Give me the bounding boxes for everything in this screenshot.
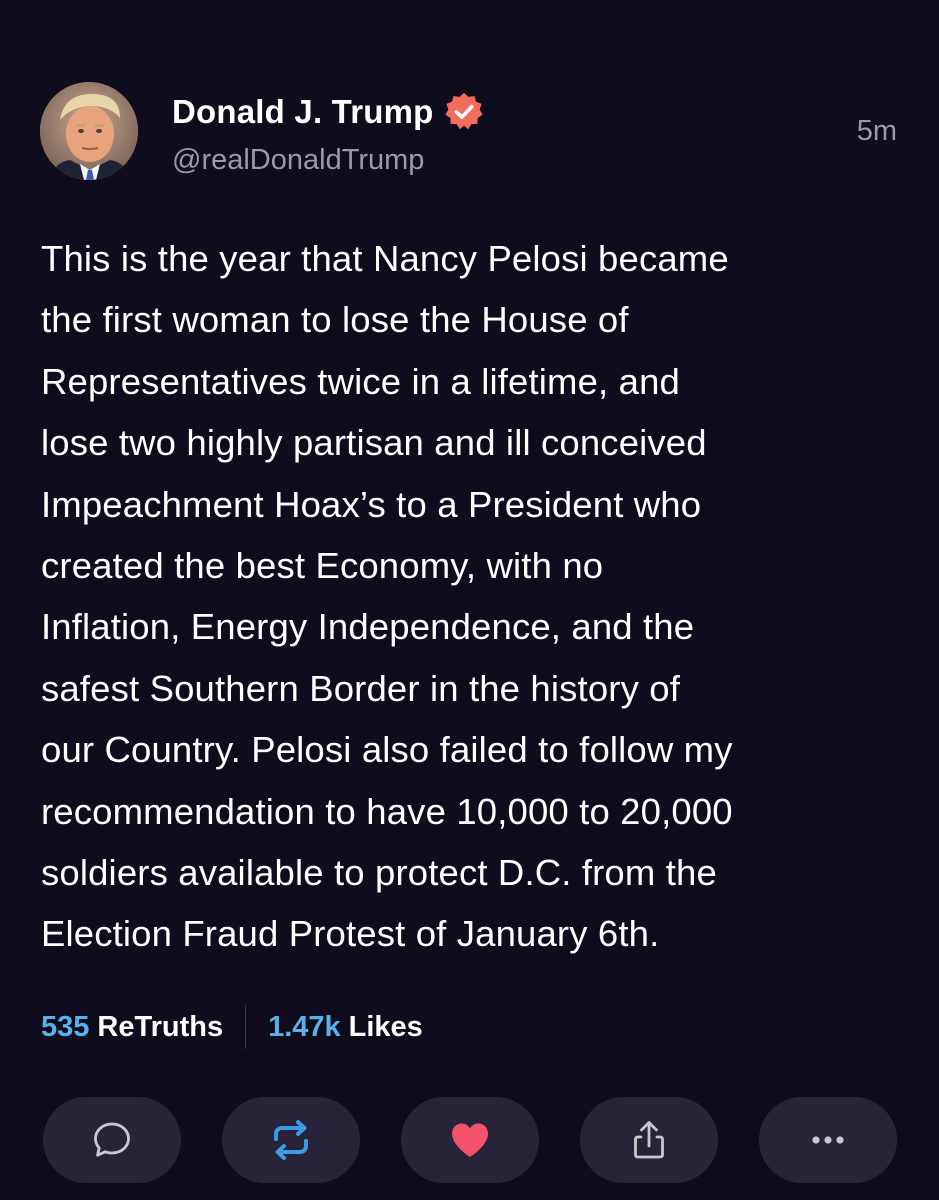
- author-name-row: Donald J. Trump: [172, 92, 484, 132]
- verified-badge-icon: [444, 92, 483, 130]
- action-bar: [43, 1097, 897, 1183]
- retruths-stat[interactable]: 535 ReTruths: [41, 1011, 223, 1044]
- avatar-image: [40, 82, 138, 180]
- post-body-text: This is the year that Nancy Pelosi becam…: [41, 238, 733, 955]
- retruths-label: ReTruths: [97, 1010, 224, 1043]
- share-button[interactable]: [580, 1097, 718, 1183]
- reply-icon: [94, 1122, 130, 1157]
- like-button[interactable]: [401, 1097, 539, 1183]
- post-timestamp: 5m: [856, 115, 897, 147]
- post-card: Donald J. Trump @realDonaldTrump 5m This…: [0, 0, 939, 1200]
- likes-count: 1.47k: [268, 1010, 341, 1043]
- more-button[interactable]: [759, 1097, 897, 1183]
- heart-icon: [452, 1123, 488, 1157]
- more-icon: [812, 1136, 844, 1144]
- post-stats: 535 ReTruths 1.47k Likes: [41, 1004, 423, 1050]
- stats-divider: [245, 1005, 247, 1049]
- share-icon: [634, 1121, 664, 1159]
- likes-stat[interactable]: 1.47k Likes: [268, 1011, 423, 1044]
- avatar[interactable]: [40, 82, 138, 180]
- likes-label: Likes: [348, 1010, 423, 1043]
- retruth-icon: [274, 1120, 308, 1160]
- reply-button[interactable]: [43, 1097, 181, 1183]
- retruth-button[interactable]: [222, 1097, 360, 1183]
- author-block: Donald J. Trump @realDonaldTrump: [172, 92, 484, 177]
- author-handle[interactable]: @realDonaldTrump: [172, 144, 484, 177]
- retruths-count: 535: [41, 1010, 90, 1043]
- author-display-name[interactable]: Donald J. Trump: [172, 93, 434, 131]
